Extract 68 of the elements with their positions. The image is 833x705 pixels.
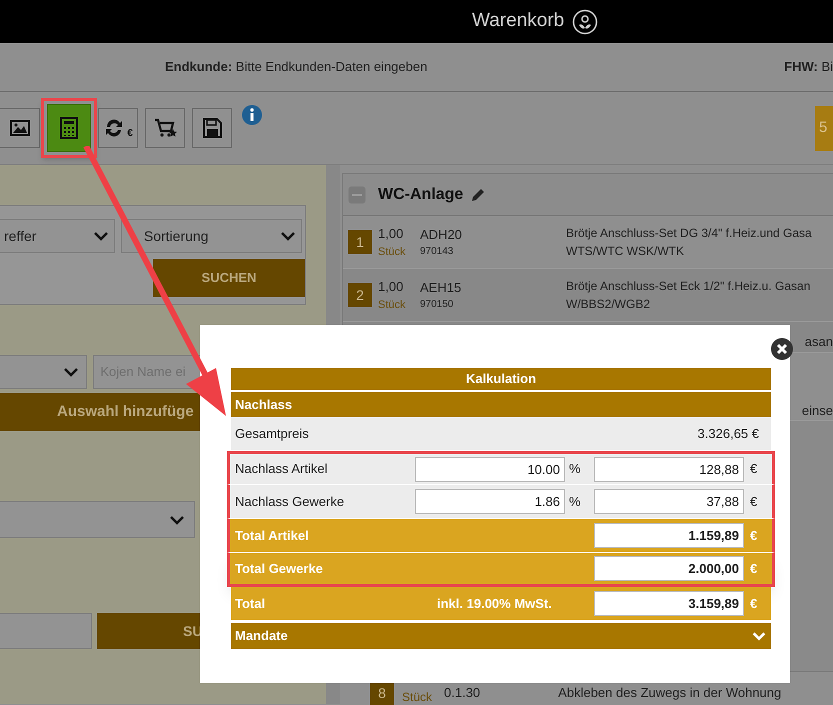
calculator-icon [57, 116, 81, 140]
select-field[interactable]: Sortierung [120, 219, 302, 253]
quantity: 1,00 [378, 278, 404, 296]
logo-icon [572, 8, 598, 34]
toolbar-button[interactable] [192, 108, 232, 148]
search-button[interactable]: SUCHEN [153, 259, 305, 297]
article-description: W/BBS2/WGB2 [566, 296, 652, 313]
close-icon[interactable] [771, 338, 793, 360]
amount-field[interactable]: 128,88 [594, 456, 744, 482]
amount-field[interactable]: 1.159,89 [594, 523, 744, 548]
table-title: Kalkulation [231, 368, 771, 392]
mandate-header[interactable]: Mandate [231, 623, 771, 649]
amount-field[interactable]: 37,88 [594, 489, 744, 514]
article-description: Brötje Anschluss-Set Eck 1/2" f.Heiz.u. Gasan [566, 278, 810, 295]
article-number: 970150 [420, 298, 454, 312]
currency-sign: € [749, 560, 758, 578]
row-label: Nachlass Gewerke [235, 492, 346, 511]
article-code: ADH20 [420, 226, 463, 244]
percent-field[interactable]: 1.86 [415, 489, 565, 514]
article-description: Brötje Anschluss-Set DG 3/4" f.Heiz.und Gasa [566, 225, 812, 242]
position-number: 2 [348, 283, 372, 307]
save-icon [200, 116, 224, 140]
text-input[interactable] [0, 613, 92, 649]
row-label: Mandate [235, 627, 288, 646]
select-field[interactable]: reffer [0, 219, 115, 253]
group-title: WC-Anlage [378, 184, 464, 204]
currency-sign: € [749, 460, 758, 478]
row-label: Total Gewerke [235, 560, 324, 578]
currency-sign: € [749, 492, 758, 511]
unit: Stück [402, 689, 432, 705]
article-description: WTS/WTC WSK/WTK [566, 243, 685, 260]
currency-sign: € [749, 526, 758, 545]
info-text: FHW: Bi [784, 58, 833, 76]
toolbar-button[interactable] [0, 108, 40, 148]
amount-field[interactable]: 2.000,00 [594, 556, 744, 581]
select-field[interactable] [0, 501, 195, 538]
currency-sign: € [749, 594, 758, 613]
pencil-icon[interactable] [470, 186, 486, 202]
window-title: Warenkorb [472, 9, 564, 34]
select-field[interactable] [0, 355, 88, 389]
count-badge: 5 [815, 106, 833, 150]
toolbar-button[interactable]: € [98, 108, 138, 148]
amount-field[interactable]: 3.159,89 [594, 591, 744, 616]
article-description: asan [804, 333, 833, 351]
unit: Stück [378, 298, 407, 312]
row-label: Total Artikel [235, 526, 310, 545]
row-label: Nachlass Artikel [235, 460, 328, 478]
percent-sign: % [568, 460, 582, 478]
section-header: Nachlass [231, 392, 771, 417]
price-value: 3.326,65 € [698, 424, 759, 443]
position-number: 1 [348, 230, 372, 254]
euro-sign: € [127, 127, 133, 141]
info-text: Endkunde: Bitte Endkunden-Daten eingeben [165, 58, 428, 76]
row-label: Total [235, 594, 266, 613]
percent-sign: % [568, 492, 582, 511]
percent-field[interactable]: 10.00 [415, 456, 565, 482]
article-number: 970143 [420, 245, 454, 260]
quantity: 1,00 [378, 225, 404, 243]
toolbar-button[interactable] [145, 108, 185, 148]
article-code: AEH15 [420, 278, 462, 297]
article-code: 0.1.30 [444, 684, 480, 702]
unit: Stück [378, 244, 407, 260]
toolbar-button[interactable] [47, 104, 91, 152]
info-icon[interactable] [242, 105, 262, 125]
article-description: einse [802, 402, 833, 420]
position-number: 8 [370, 681, 394, 705]
article-description: Abkleben des Zuwegs in der Wohnung [558, 684, 782, 702]
tax-note: inkl. 19.00% MwSt. [436, 594, 553, 613]
